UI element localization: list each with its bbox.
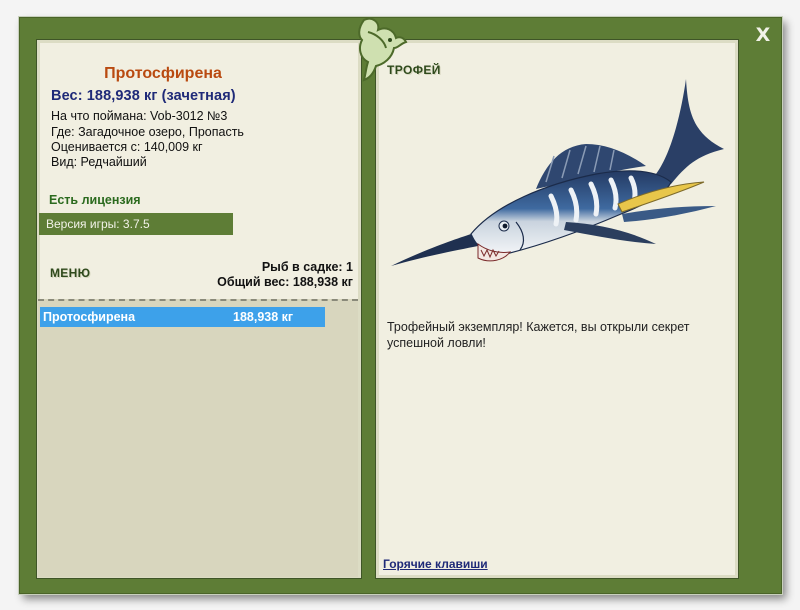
valued-info: Оценивается с: 140,009 кг [51,140,203,154]
fish-weight: Вес: 188,938 кг (зачетная) [51,88,236,104]
hotkeys-link[interactable]: Горячие клавиши [383,557,488,571]
list-item-weight: 188,938 кг [233,310,294,324]
rarity-info: Вид: Редчайший [51,155,147,169]
fish-title: Протосфирена [104,65,222,82]
keepnet-stats: Рыб в садке: 1 Общий вес: 188,938 кг [217,260,353,290]
list-item-name: Протосфирена [43,310,136,324]
marlin-image [391,79,724,266]
game-version: Версия игры: 3.7.5 [39,213,233,235]
location-info: Где: Загадочное озеро, Пропасть [51,125,244,139]
bait-info: На что поймана: Vob-3012 №3 [51,109,228,123]
fish-count: Рыб в садке: 1 [261,260,353,274]
list-item[interactable]: Протосфирена 188,938 кг [40,307,325,327]
close-icon[interactable]: X [752,24,774,46]
menu-button[interactable]: МЕНЮ [50,266,90,280]
keepnet-list [38,299,358,577]
license-status: Есть лицензия [49,193,141,207]
total-weight: Общий вес: 188,938 кг [217,275,353,289]
trophy-description: Трофейный экземпляр! Кажется, вы открыли… [387,320,690,350]
